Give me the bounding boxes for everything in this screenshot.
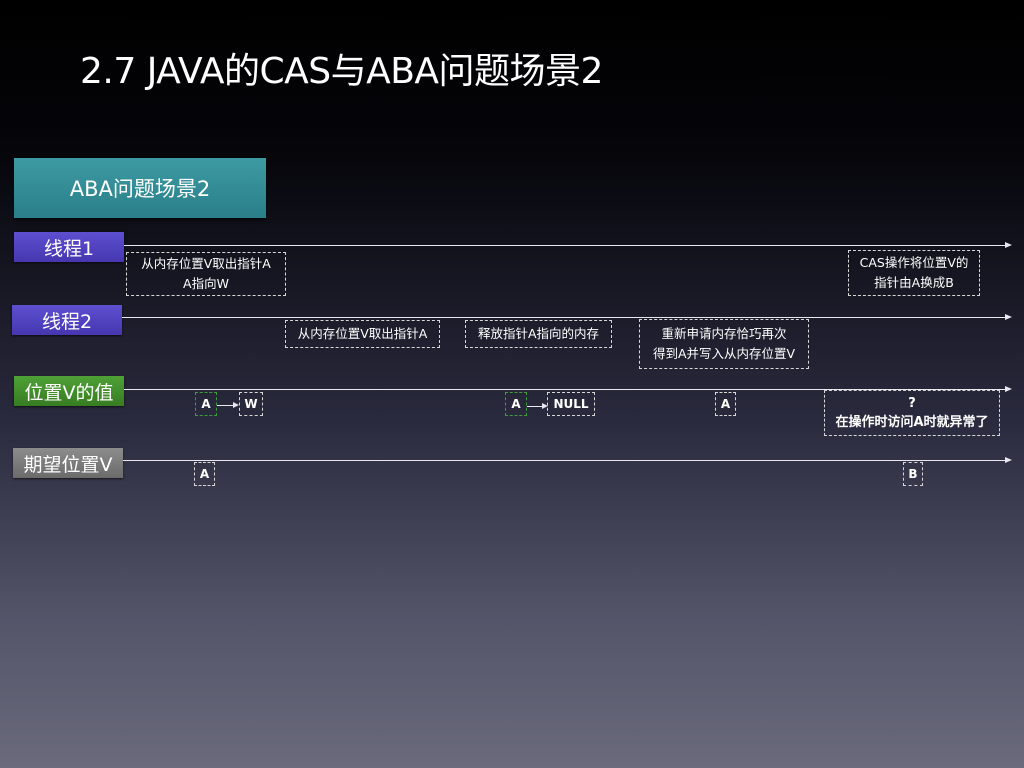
note-line: 指针由A换成B [874, 275, 954, 290]
thread1-note-fetch-a: 从内存位置V取出指针A A指向W [126, 252, 286, 296]
note-line: A指向W [183, 276, 229, 291]
timeline-thread2 [122, 314, 1012, 320]
result-question: ? [908, 396, 916, 411]
value-cell-a: A [505, 392, 527, 416]
scenario-badge: ABA问题场景2 [14, 158, 266, 218]
thread2-note-realloc-a: 重新申请内存恰巧再次 得到A并写入从内存位置V [639, 319, 809, 369]
value-result-error: ? 在操作时访问A时就异常了 [824, 390, 1000, 436]
value-cell-null: NULL [547, 392, 595, 416]
lane-label-expected-v: 期望位置V [13, 448, 123, 478]
result-text: 在操作时访问A时就异常了 [835, 415, 989, 430]
thread2-note-free-a: 释放指针A指向的内存 [465, 320, 612, 348]
expected-cell-a: A [194, 462, 215, 486]
note-line: 重新申请内存恰巧再次 [661, 326, 787, 341]
scenario-label: ABA问题场景2 [69, 177, 211, 201]
expected-cell-b: B [903, 462, 923, 486]
arrow-a-to-null [527, 403, 548, 409]
value-cell-w: W [239, 392, 263, 416]
note-line: 释放指针A指向的内存 [477, 326, 600, 341]
timeline-expected-v [123, 457, 1012, 463]
arrow-a-to-w [217, 402, 239, 408]
lane-label-value-v: 位置V的值 [14, 376, 124, 406]
thread1-note-cas: CAS操作将位置V的 指针由A换成B [848, 250, 980, 296]
note-line: 从内存位置V取出指针A [297, 326, 428, 341]
value-cell-a: A [715, 392, 736, 416]
slide-title: 2.7 JAVA的CAS与ABA问题场景2 [80, 51, 603, 92]
note-line: 得到A并写入从内存位置V [652, 346, 796, 361]
note-line: 从内存位置V取出指针A [141, 256, 271, 271]
thread2-note-fetch-a: 从内存位置V取出指针A [285, 320, 440, 348]
lane-label-thread2: 线程2 [12, 305, 122, 335]
timeline-thread1 [124, 242, 1012, 248]
value-cell-a: A [195, 392, 217, 416]
lane-label-thread1: 线程1 [14, 232, 124, 262]
note-line: CAS操作将位置V的 [859, 255, 969, 270]
